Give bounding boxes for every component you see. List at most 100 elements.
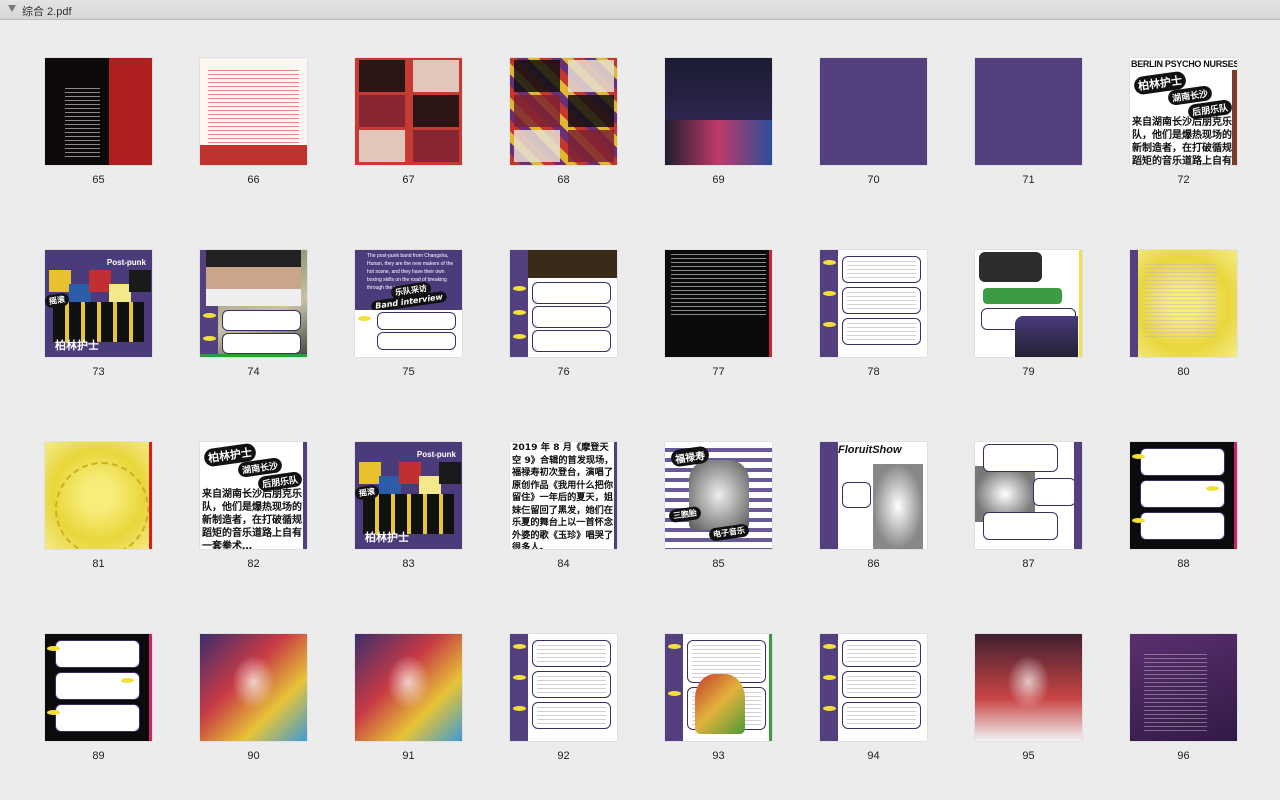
page-thumbnail[interactable]: 90: [155, 596, 310, 762]
page-thumbnail-image[interactable]: [820, 58, 927, 165]
page-thumbnail[interactable]: FloruitShow 86: [775, 404, 930, 570]
band-name-text: 柏林护士: [365, 531, 409, 544]
page-thumbnail-image[interactable]: 2019 年 8 月《摩登天空 9》合辑的首发现场，福禄寿初次登台，演唱了原创作…: [510, 442, 617, 549]
page-thumbnail-image[interactable]: 柏林护士 湖南长沙 后朋乐队 来自湖南长沙后朋克乐队，他们是爆热现场的新制造者，在打破…: [200, 442, 307, 549]
green-text-box: [983, 288, 1062, 304]
collage-photo: [568, 60, 614, 92]
page-thumbnail-image[interactable]: [975, 442, 1082, 549]
page-thumbnail-image[interactable]: The post-punk band from Changsha, Hunan,…: [355, 250, 462, 357]
page-thumbnail-image[interactable]: [975, 58, 1082, 165]
page-thumbnail[interactable]: 79: [930, 212, 1085, 378]
page-thumbnail-image[interactable]: [200, 58, 307, 165]
text-box: [983, 444, 1058, 472]
page-thumbnail[interactable]: 76: [465, 212, 620, 378]
page-thumbnail[interactable]: 96: [1085, 596, 1240, 762]
page-thumbnail[interactable]: 91: [310, 596, 465, 762]
page-thumbnail[interactable]: Post-punk 柏林护士 摇滚 73: [0, 212, 155, 378]
page-thumbnail[interactable]: 66: [155, 20, 310, 186]
text-box: [532, 640, 611, 667]
collage-photo: [359, 60, 405, 92]
page-thumbnail-image[interactable]: [820, 250, 927, 357]
page-thumbnail[interactable]: 92: [465, 596, 620, 762]
page-thumbnail-image[interactable]: [45, 442, 152, 549]
page-thumbnail[interactable]: Post-punk 柏林护士 摇滚 83: [310, 404, 465, 570]
page-thumbnail[interactable]: 67: [310, 20, 465, 186]
page-thumbnail-image[interactable]: BERLIN PSYCHO NURSES 柏林护士 湖南长沙 后朋乐队 来自湖南长沙后朋…: [1130, 58, 1237, 165]
page-thumbnail-image[interactable]: [1130, 634, 1237, 741]
page-thumbnail[interactable]: 93: [620, 596, 775, 762]
page-thumbnail-image[interactable]: 福禄寿 三胞胎 电子音乐: [665, 442, 772, 549]
yellow-oval-tag: [47, 646, 60, 651]
text-box: [532, 330, 611, 352]
page-thumbnail[interactable]: The post-punk band from Changsha, Hunan,…: [310, 212, 465, 378]
page-thumbnail-image[interactable]: [510, 250, 617, 357]
page-thumbnail[interactable]: 福禄寿 三胞胎 电子音乐 85: [620, 404, 775, 570]
page-thumbnail[interactable]: 88: [1085, 404, 1240, 570]
text-box: [983, 512, 1058, 540]
page-thumbnail-image[interactable]: [200, 634, 307, 741]
page-thumbnail-image[interactable]: [975, 250, 1082, 357]
yellow-edge: [1079, 250, 1082, 357]
page-thumbnail[interactable]: 78: [775, 212, 930, 378]
text-box: [842, 482, 871, 508]
page-thumbnail-image[interactable]: [355, 58, 462, 165]
page-thumbnail-image[interactable]: Post-punk 柏林护士 摇滚: [355, 442, 462, 549]
text-box: [377, 312, 456, 330]
yellow-oval-tag: [1206, 486, 1219, 491]
disclosure-triangle-icon[interactable]: [8, 5, 16, 12]
page-thumbnail[interactable]: 94: [775, 596, 930, 762]
page-thumbnail-image[interactable]: [1130, 442, 1237, 549]
chinese-story-text: 2019 年 8 月《摩登天空 9》合辑的首发现场，福禄寿初次登台，演唱了原创作…: [512, 442, 614, 549]
page-thumbnail[interactable]: 69: [620, 20, 775, 186]
collage-tile: [359, 462, 381, 484]
page-thumbnail[interactable]: 80: [1085, 212, 1240, 378]
text-box: [1033, 478, 1076, 506]
page-thumbnail-image[interactable]: [665, 634, 772, 741]
text-box: [532, 702, 611, 729]
text-box: [222, 310, 301, 331]
metallic-figure: [873, 464, 923, 549]
page-thumbnail[interactable]: 70: [775, 20, 930, 186]
page-thumbnail-image[interactable]: [665, 58, 772, 165]
photo-highlight: [232, 655, 275, 709]
page-thumbnail[interactable]: 68: [465, 20, 620, 186]
page-thumbnail[interactable]: 71: [930, 20, 1085, 186]
page-thumbnail-image[interactable]: [1130, 250, 1237, 357]
text-box: [1140, 512, 1225, 540]
band-silhouettes: [53, 302, 144, 342]
page-thumbnail-image[interactable]: [820, 634, 927, 741]
page-thumbnail-image[interactable]: [45, 634, 152, 741]
white-text-lines: [671, 254, 766, 317]
text-box: [1140, 448, 1225, 476]
page-thumbnail-image[interactable]: [975, 634, 1082, 741]
photo-highlight: [387, 655, 430, 709]
page-thumbnail[interactable]: 87: [930, 404, 1085, 570]
page-thumbnail[interactable]: BERLIN PSYCHO NURSES 柏林护士 湖南长沙 后朋乐队 来自湖南长沙后朋…: [1085, 20, 1240, 186]
page-thumbnail[interactable]: 89: [0, 596, 155, 762]
page-thumbnail-image[interactable]: [200, 250, 307, 357]
page-thumbnail[interactable]: 2019 年 8 月《摩登天空 9》合辑的首发现场，福禄寿初次登台，演唱了原创作…: [465, 404, 620, 570]
text-box: [532, 671, 611, 698]
page-thumbnail[interactable]: 65: [0, 20, 155, 186]
page-number: 80: [1177, 366, 1190, 378]
purple-strip: [1130, 250, 1138, 357]
yellow-oval-tag: [513, 644, 526, 649]
page-thumbnail-image[interactable]: [510, 58, 617, 165]
page-thumbnail[interactable]: 81: [0, 404, 155, 570]
page-thumbnail-image[interactable]: Post-punk 柏林护士 摇滚: [45, 250, 152, 357]
page-thumbnail[interactable]: 95: [930, 596, 1085, 762]
page-thumbnail[interactable]: 77: [620, 212, 775, 378]
page-thumbnail[interactable]: 74: [155, 212, 310, 378]
page-thumbnail-image[interactable]: [665, 250, 772, 357]
page-thumbnail-image[interactable]: FloruitShow: [820, 442, 927, 549]
page-thumbnail-image[interactable]: [355, 634, 462, 741]
page-thumbnail-image[interactable]: [45, 58, 152, 165]
yellow-oval-tag: [513, 286, 526, 291]
page-thumbnail[interactable]: 柏林护士 湖南长沙 后朋乐队 来自湖南长沙后朋克乐队，他们是爆热现场的新制造者，在打破…: [155, 404, 310, 570]
text-box: [842, 702, 921, 729]
photo-strip: [1232, 70, 1237, 165]
collage-tile: [89, 270, 111, 292]
yellow-oval-tag: [47, 710, 60, 715]
purple-side-stripe: [510, 250, 528, 357]
page-thumbnail-image[interactable]: [510, 634, 617, 741]
